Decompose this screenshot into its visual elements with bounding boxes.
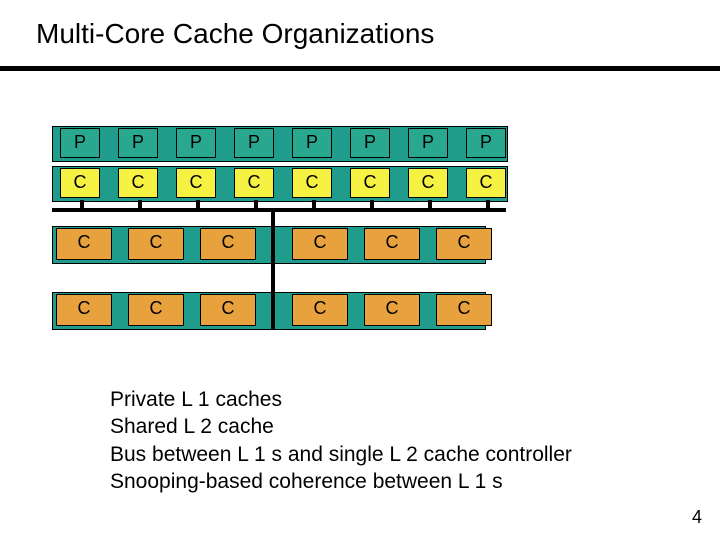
l1-cache-box: C (292, 168, 332, 198)
l2-row-strip-a (52, 226, 486, 264)
l2-cache-box: C (200, 228, 256, 260)
caption-line: Snooping-based coherence between L 1 s (110, 470, 503, 493)
l2-cache-box: C (292, 228, 348, 260)
bus-tooth (486, 200, 490, 210)
processor-box: P (118, 128, 158, 158)
l2-cache-box: C (436, 228, 492, 260)
bus-tooth (312, 200, 316, 210)
l2-cache-box: C (56, 228, 112, 260)
l2-cache-box: C (128, 294, 184, 326)
l1-cache-box: C (118, 168, 158, 198)
l2-cache-box: C (364, 294, 420, 326)
bus-tooth (138, 200, 142, 210)
l1-cache-box: C (466, 168, 506, 198)
processor-box: P (292, 128, 332, 158)
caption-line: Bus between L 1 s and single L 2 cache c… (110, 443, 572, 466)
l1-cache-box: C (408, 168, 448, 198)
cache-diagram: P P P P P P P P C C C C C C C C C C C C … (56, 128, 66, 140)
processor-box: P (60, 128, 100, 158)
l1-cache-box: C (350, 168, 390, 198)
bus-tooth (196, 200, 200, 210)
l2-cache-box: C (364, 228, 420, 260)
title-underline (0, 66, 720, 71)
caption-block: Private L 1 caches Shared L 2 cache Bus … (110, 386, 572, 495)
l1-cache-box: C (234, 168, 274, 198)
l2-cache-box: C (128, 228, 184, 260)
bus-to-l2-vertical (271, 208, 275, 330)
bus-tooth (428, 200, 432, 210)
processor-box: P (234, 128, 274, 158)
bus-tooth (80, 200, 84, 210)
processor-box: P (408, 128, 448, 158)
page-number: 4 (692, 507, 702, 528)
l2-cache-box: C (56, 294, 112, 326)
l2-cache-box: C (436, 294, 492, 326)
l2-cache-box: C (200, 294, 256, 326)
caption-line: Private L 1 caches (110, 388, 282, 411)
l2-cache-box: C (292, 294, 348, 326)
processor-box: P (466, 128, 506, 158)
processor-box: P (176, 128, 216, 158)
caption-line: Shared L 2 cache (110, 415, 274, 438)
slide-title: Multi-Core Cache Organizations (36, 18, 434, 50)
bus-tooth (370, 200, 374, 210)
l1-cache-box: C (176, 168, 216, 198)
l1-cache-box: C (60, 168, 100, 198)
snooping-bus-horizontal (52, 208, 506, 212)
bus-tooth (254, 200, 258, 210)
processor-box: P (350, 128, 390, 158)
l2-row-strip-b (52, 292, 486, 330)
